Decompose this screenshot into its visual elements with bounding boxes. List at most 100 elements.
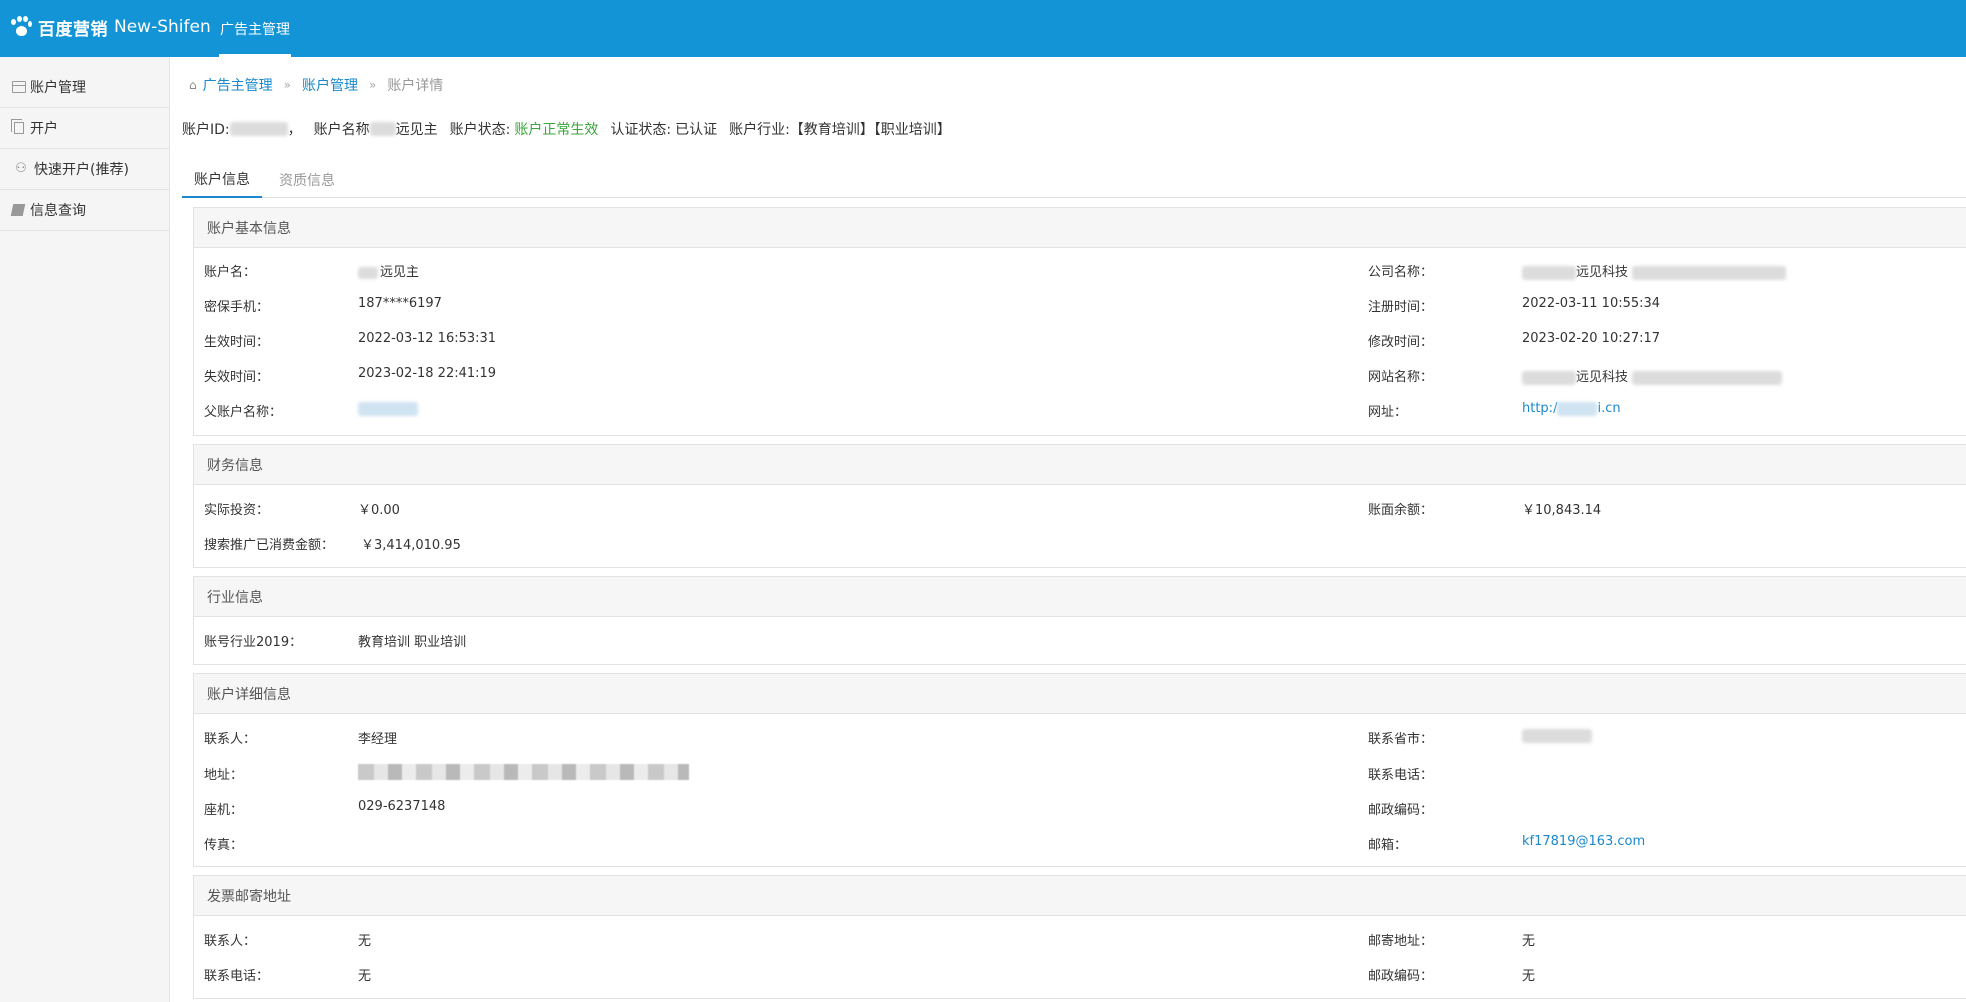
balance-label: 账面余额： [1368, 503, 1434, 518]
expire-time-value: 2023-02-18 22:41:19 [358, 366, 497, 381]
sidebar-item-open-account[interactable]: 开户 [0, 108, 169, 149]
parent-account-value[interactable] [358, 401, 418, 416]
account-status-value: 账户正常生效 [514, 122, 599, 138]
modify-time-value: 2023-02-20 10:27:17 [1522, 331, 1661, 346]
sidebar: 账户管理 开户 ⚇ 快速开户(推荐) 信息查询 [0, 57, 170, 1002]
breadcrumb-account-management[interactable]: 账户管理 [302, 75, 358, 95]
sidebar-item-label: 信息查询 [30, 203, 86, 219]
account-id-label: 账户ID: [182, 122, 230, 138]
row-fax: 传真： 邮箱： kf17819@163.com [194, 834, 1966, 854]
sidebar-item-info-query[interactable]: 信息查询 [0, 190, 169, 231]
row-industry: 账号行业2019： 教育培训 职业培训 [194, 631, 1966, 651]
cert-status-label: 认证状态: [610, 122, 672, 138]
logo-brand: 百度营销 [38, 19, 108, 40]
modify-time-label: 修改时间： [1368, 335, 1434, 350]
address-value [358, 764, 689, 780]
breadcrumb-current: 账户详情 [387, 78, 444, 94]
mail-address-label: 邮寄地址： [1368, 934, 1434, 949]
province-value [1522, 728, 1592, 743]
panel-title: 账户基本信息 [194, 208, 1966, 248]
account-name-value: 远见主 [358, 261, 419, 280]
row-address: 地址： 联系电话： [194, 764, 1966, 784]
site-name-value: 远见科技 [1522, 366, 1783, 385]
panel-basic-info: 账户基本信息 账户名： 远见主 公司名称： 远见科技 密保手机： 187****… [193, 207, 1966, 436]
breadcrumb-advertiser-management[interactable]: 广告主管理 [203, 75, 273, 95]
register-time-value: 2022-03-11 10:55:34 [1522, 296, 1661, 311]
panel-finance-info: 财务信息 实际投资： ￥0.00 账面余额： ￥10,843.14 搜索推广已消… [193, 444, 1966, 568]
logo-sub-brand: New-Shifen [114, 17, 211, 37]
mail-address-value: 无 [1522, 934, 1536, 949]
landline-value: 029-6237148 [358, 799, 446, 814]
industry-label: 账号行业2019： [204, 635, 303, 650]
site-name-label: 网站名称： [1368, 370, 1434, 385]
row-invoice-contact: 联系人： 无 邮寄地址： 无 [194, 930, 1966, 950]
sidebar-item-label: 快速开户(推荐) [34, 162, 129, 178]
book-icon [10, 204, 26, 216]
zip-label: 邮政编码： [1368, 803, 1434, 818]
row-invest: 实际投资： ￥0.00 账面余额： ￥10,843.14 [194, 499, 1966, 519]
phone-value: 187****6197 [358, 296, 442, 311]
paw-icon [10, 16, 32, 38]
breadcrumb-separator: » [283, 78, 291, 92]
tel-label: 联系电话： [1368, 768, 1434, 783]
account-status-label: 账户状态: [449, 122, 511, 138]
url-link[interactable]: http:/i.cn [1522, 401, 1621, 416]
contact-label: 联系人： [204, 732, 257, 747]
industry-value: 教育培训 职业培训 [358, 635, 467, 650]
tab-bar: 账户信息 资质信息 [182, 162, 1966, 198]
email-label: 邮箱： [1368, 838, 1408, 853]
url-label: 网址： [1368, 405, 1408, 420]
sidebar-item-label: 开户 [30, 121, 58, 137]
top-bar: 百度营销 New-Shifen 广告主管理 [0, 0, 1966, 57]
panel-industry-info: 行业信息 账号行业2019： 教育培训 职业培训 [193, 576, 1966, 665]
invest-label: 实际投资： [204, 503, 270, 518]
panel-title: 发票邮寄地址 [194, 876, 1966, 916]
panel-title: 行业信息 [194, 577, 1966, 617]
redacted-account-id [229, 122, 288, 136]
landline-label: 座机： [204, 803, 244, 818]
invoice-tel-label: 联系电话： [204, 969, 270, 984]
email-link[interactable]: kf17819@163.com [1522, 834, 1645, 849]
nav-advertiser-management[interactable]: 广告主管理 [219, 0, 291, 57]
address-label: 地址： [204, 768, 244, 783]
invoice-tel-value: 无 [358, 969, 372, 984]
invoice-contact-value: 无 [358, 934, 372, 949]
contact-value: 李经理 [358, 732, 398, 747]
card-icon [12, 81, 26, 93]
province-label: 联系省市： [1368, 732, 1434, 747]
panel-invoice-address: 发票邮寄地址 联系人： 无 邮寄地址： 无 联系电话： 无 邮政编码： 无 [193, 875, 1966, 999]
invoice-zip-label: 邮政编码： [1368, 969, 1434, 984]
sidebar-item-label: 账户管理 [30, 80, 86, 96]
company-name-value: 远见科技 [1522, 261, 1787, 280]
row-invoice-tel: 联系电话： 无 邮政编码： 无 [194, 965, 1966, 985]
row-phone: 密保手机： 187****6197 注册时间： 2022-03-11 10:55… [194, 296, 1966, 316]
tab-account-info[interactable]: 账户信息 [182, 162, 262, 198]
consumed-value: ￥3,414,010.95 [361, 538, 461, 553]
company-name-label: 公司名称： [1368, 265, 1434, 280]
sidebar-item-account-management[interactable]: 账户管理 [0, 67, 169, 108]
logo[interactable]: 百度营销 New-Shifen [10, 12, 211, 42]
account-name-label: 账户名： [204, 265, 257, 280]
effective-time-label: 生效时间： [204, 335, 270, 350]
account-name-value: 远见主 [395, 122, 438, 138]
bicycle-icon: ⚇ [15, 161, 27, 176]
parent-account-label: 父账户名称： [204, 405, 283, 420]
phone-label: 密保手机： [204, 300, 270, 315]
home-icon: ⌂ [189, 78, 197, 92]
invoice-zip-value: 无 [1522, 969, 1536, 984]
panel-title: 财务信息 [194, 445, 1966, 485]
panel-title: 账户详细信息 [194, 674, 1966, 714]
account-summary: 账户ID: ， 账户名称 远见主 账户状态: 账户正常生效 认证状态: 已认证 … [182, 119, 951, 139]
account-id-suffix: ， [287, 122, 302, 138]
row-contact: 联系人： 李经理 联系省市： [194, 728, 1966, 748]
expire-time-label: 失效时间： [204, 370, 270, 385]
account-industry-value: 【教育培训】【职业培训】 [789, 122, 951, 138]
breadcrumb: ⌂ 广告主管理 » 账户管理 » 账户详情 [189, 75, 443, 95]
row-landline: 座机： 029-6237148 邮政编码： [194, 799, 1966, 819]
tab-qualification-info[interactable]: 资质信息 [267, 162, 347, 198]
balance-value: ￥10,843.14 [1522, 503, 1602, 518]
row-effective: 生效时间： 2022-03-12 16:53:31 修改时间： 2023-02-… [194, 331, 1966, 351]
sidebar-item-quick-open[interactable]: ⚇ 快速开户(推荐) [0, 149, 169, 190]
account-industry-label: 账户行业: [729, 122, 790, 138]
cert-status-value: 已认证 [675, 122, 718, 138]
